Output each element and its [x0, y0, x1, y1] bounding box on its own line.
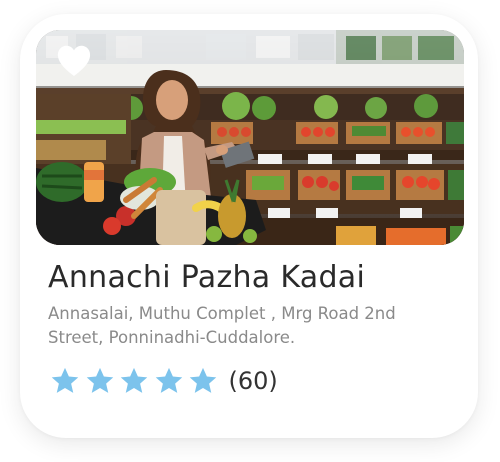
star-icon: [51, 367, 79, 393]
rating: (60): [50, 366, 278, 396]
star-icon: [120, 367, 148, 393]
heart-icon[interactable]: [56, 44, 92, 78]
star-icon: [189, 367, 217, 393]
star-icon: [86, 367, 113, 393]
review-count: (60): [228, 367, 278, 395]
store-photo[interactable]: [36, 30, 464, 245]
star-icon: [155, 367, 182, 393]
store-address: Annasalai, Muthu Complet , Mrg Road 2nd …: [48, 304, 396, 347]
store-photo-illustration: [36, 30, 464, 245]
store-name[interactable]: Annachi Pazha Kadai: [48, 260, 365, 295]
